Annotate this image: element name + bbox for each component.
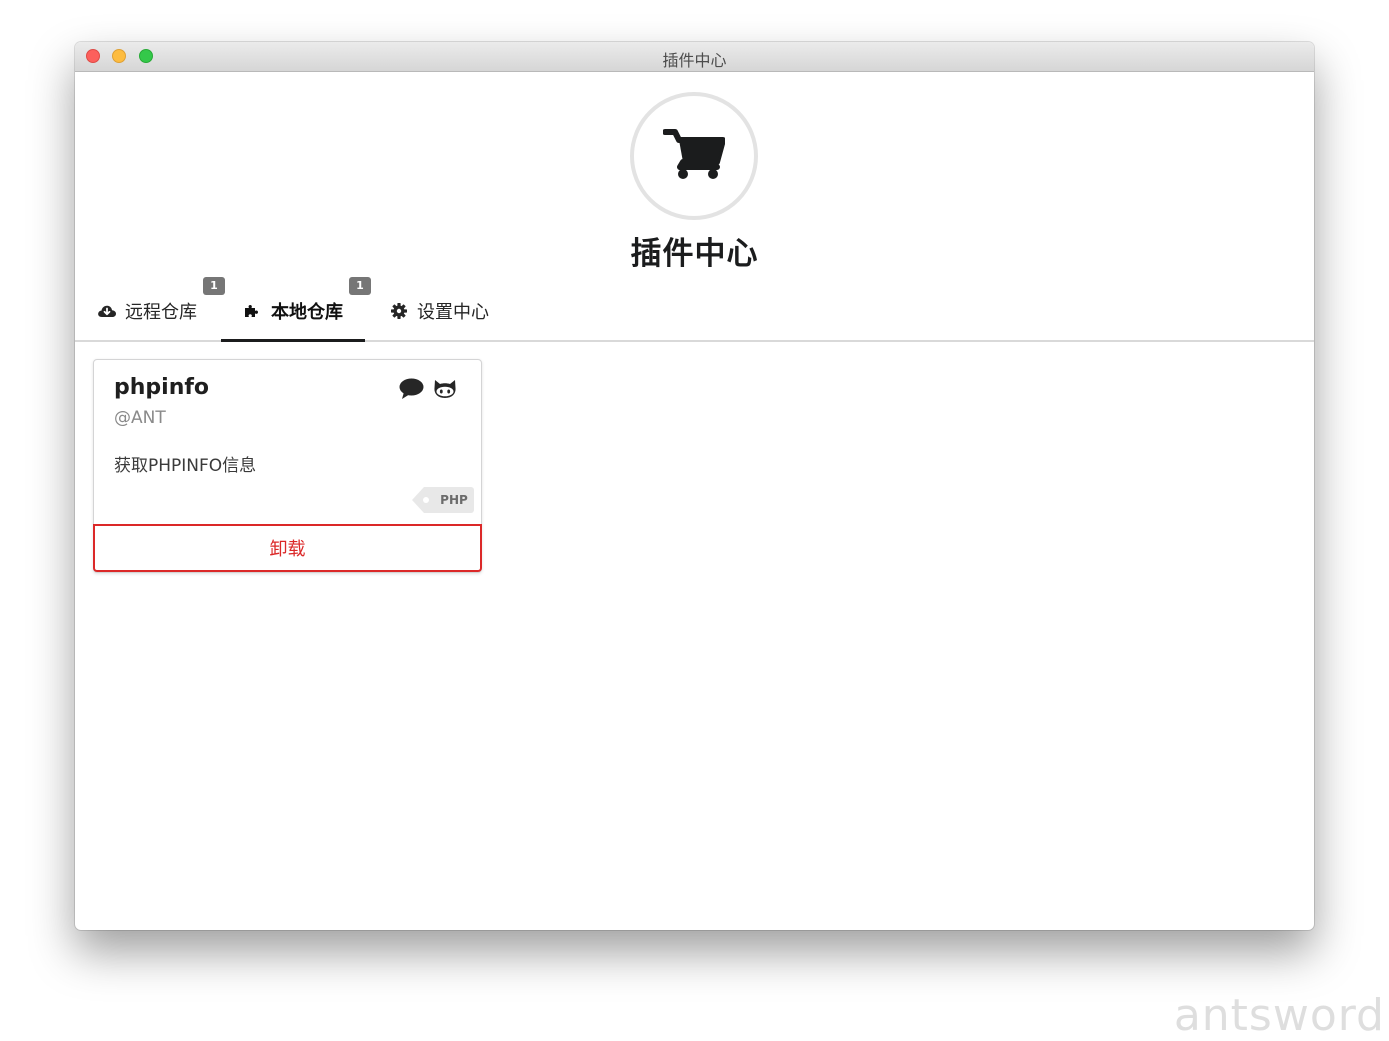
plugin-language-label: PHP [440, 493, 468, 507]
shopping-cart-icon [662, 127, 726, 185]
plugin-description: 获取PHPINFO信息 [114, 456, 257, 476]
tab-bar: 远程仓库 1 本地仓库 1 设置中心 [75, 277, 1314, 342]
comment-icon[interactable] [399, 378, 424, 404]
uninstall-button[interactable]: 卸载 [93, 524, 482, 572]
window-title: 插件中心 [662, 51, 727, 70]
tab-settings-label: 设置中心 [417, 302, 489, 323]
puzzle-piece-icon [243, 302, 263, 320]
cloud-download-icon [97, 302, 117, 320]
tab-local-repo[interactable]: 本地仓库 1 [221, 277, 371, 342]
tab-settings[interactable]: 设置中心 [389, 282, 489, 340]
active-tab-indicator [221, 339, 365, 342]
hero-icon-circle [630, 92, 758, 220]
watermark: antsword [1173, 990, 1385, 1041]
plugin-center-window: 插件中心 插件中心 远程仓库 1 本地仓库 1 设置中心 phpinfo @AN… [75, 42, 1314, 930]
title-bar[interactable]: 插件中心 [75, 42, 1314, 72]
tab-remote-repo[interactable]: 远程仓库 1 [97, 277, 225, 340]
tab-remote-repo-label: 远程仓库 [125, 302, 197, 323]
github-icon[interactable] [433, 378, 457, 404]
tag-hole [423, 497, 429, 503]
plugin-name: phpinfo [114, 375, 210, 400]
plugin-card-icons [399, 378, 457, 404]
gear-icon [389, 302, 409, 320]
local-repo-count-badge: 1 [349, 277, 371, 295]
page-title: 插件中心 [630, 236, 759, 272]
plugin-language-tag[interactable]: PHP [412, 487, 474, 513]
plugin-card: phpinfo @ANT 获取PHPINFO信息 PHP 卸载 [93, 359, 482, 573]
tab-local-repo-label: 本地仓库 [271, 302, 343, 323]
plugin-author: @ANT [114, 408, 166, 428]
